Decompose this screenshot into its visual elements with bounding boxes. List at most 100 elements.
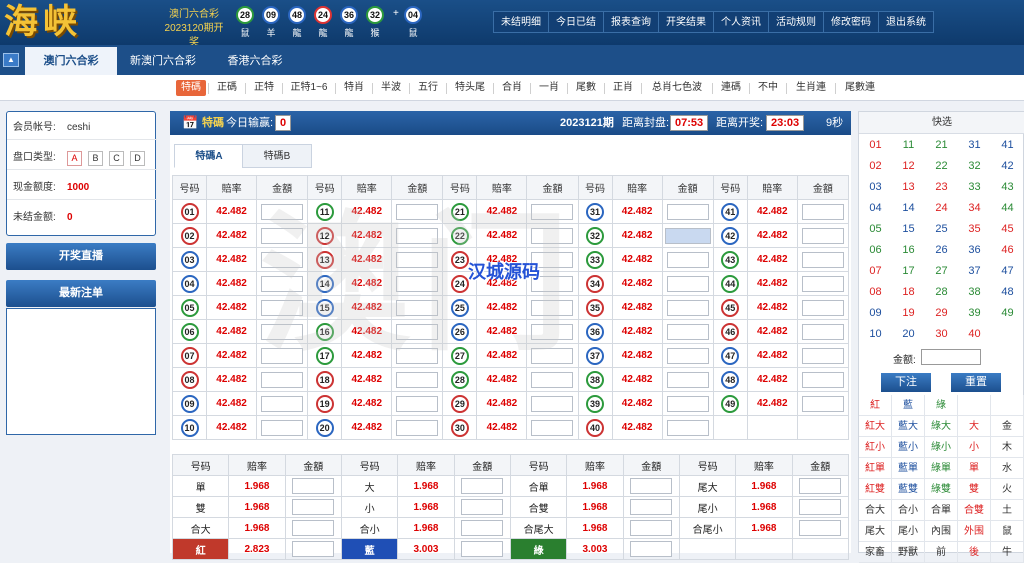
quick-group-option[interactable]: 紅大 [859,416,892,437]
quick-number[interactable]: 41 [991,135,1024,156]
quick-number[interactable]: 16 [892,240,925,261]
quick-number[interactable]: 18 [892,282,925,303]
bet-type-cell[interactable]: 合尾大 [509,517,568,539]
number-cell[interactable]: 08 [171,367,208,392]
game-tab[interactable]: 一肖 [533,80,565,96]
quick-group-option[interactable]: 外围 [958,521,991,542]
amount-input[interactable] [261,371,304,388]
top-nav-item[interactable]: 今日已结 [548,11,604,33]
quick-number[interactable]: 42 [991,156,1024,177]
number-cell[interactable]: 07 [171,343,208,368]
game-tab[interactable]: 半波 [375,80,407,96]
game-tab[interactable]: 合肖 [496,80,528,96]
amount-input[interactable] [396,371,439,388]
quick-number[interactable]: 24 [925,198,958,219]
quick-group-option[interactable]: 紅 [859,395,892,416]
quick-number[interactable]: 34 [958,198,991,219]
bet-type-cell[interactable]: 合雙 [509,496,568,518]
quick-group-option[interactable]: 合雙 [958,500,991,521]
quick-number[interactable]: 01 [859,135,892,156]
quick-number[interactable]: 43 [991,177,1024,198]
quick-number[interactable]: 09 [859,303,892,324]
reset-button[interactable]: 重置 [951,373,1001,392]
amount-input[interactable] [461,541,504,557]
number-cell[interactable]: 38 [577,367,613,392]
bet-type-cell[interactable]: 雙 [171,496,230,518]
quick-number[interactable]: 10 [859,324,892,345]
quick-group-option[interactable]: 合單 [925,500,958,521]
amount-input[interactable] [799,478,842,494]
quick-number[interactable]: 39 [958,303,991,324]
quick-number[interactable]: 12 [892,156,925,177]
number-cell[interactable]: 49 [712,391,748,416]
quick-number[interactable]: 03 [859,177,892,198]
quick-number[interactable]: 02 [859,156,892,177]
amount-input[interactable] [801,275,844,292]
bet-type-cell[interactable]: 尾大 [678,475,737,497]
amount-input[interactable] [630,520,673,536]
game-tab[interactable]: 正碼 [211,80,243,96]
quick-number[interactable]: 48 [991,282,1024,303]
bet-type-cell[interactable]: 藍 [340,538,399,560]
amount-input[interactable] [630,541,673,557]
bet-type-cell[interactable]: 綠 [509,538,568,560]
amount-input[interactable] [799,499,842,515]
quick-number[interactable]: 14 [892,198,925,219]
amount-input[interactable] [531,395,574,412]
amount-input[interactable] [801,323,844,340]
quick-group-option[interactable]: 藍單 [892,458,925,479]
amount-input[interactable] [261,419,304,436]
game-tab[interactable]: 特肖 [338,80,370,96]
number-cell[interactable]: 02 [171,223,208,248]
amount-input[interactable] [461,478,504,494]
quick-group-option[interactable]: 雙 [958,479,991,500]
amount-input[interactable] [630,499,673,515]
amount-input[interactable] [801,299,844,316]
amount-input[interactable] [461,520,504,536]
quick-group-option[interactable]: 合小 [892,500,925,521]
quick-group-option[interactable]: 小 [958,437,991,458]
number-cell[interactable]: 19 [307,391,343,416]
amount-input[interactable] [531,419,574,436]
number-cell[interactable]: 39 [577,391,613,416]
amount-input[interactable] [396,395,439,412]
quick-group-option[interactable]: 木 [991,437,1024,458]
quick-group-option[interactable]: 金 [991,416,1024,437]
game-tab[interactable]: 尾數 [570,80,602,96]
quick-number[interactable]: 35 [958,219,991,240]
quick-group-option[interactable]: 紅小 [859,437,892,458]
quick-number[interactable]: 46 [991,240,1024,261]
amount-input[interactable] [801,347,844,364]
quick-number[interactable]: 45 [991,219,1024,240]
top-nav-item[interactable]: 开奖结果 [658,11,714,33]
quick-group-option[interactable]: 單 [958,458,991,479]
amount-input[interactable] [801,371,844,388]
quick-group-option[interactable]: 藍小 [892,437,925,458]
game-tab[interactable]: 正肖 [607,80,639,96]
game-tab[interactable]: 尾數連 [838,80,882,96]
number-cell[interactable]: 04 [171,271,208,296]
amount-input[interactable] [801,203,844,220]
quick-group-option[interactable]: 鼠 [991,521,1024,542]
tab-tema-b[interactable]: 特碼B [242,144,312,168]
quick-number[interactable]: 32 [958,156,991,177]
amount-input[interactable] [292,520,335,536]
bet-type-cell[interactable]: 合尾小 [678,517,737,539]
quick-group-option[interactable]: 藍雙 [892,479,925,500]
number-cell[interactable]: 10 [171,415,208,440]
amount-input[interactable] [292,541,335,557]
game-tab[interactable]: 生肖連 [789,80,833,96]
quick-group-option[interactable]: 紅單 [859,458,892,479]
quick-group-option[interactable]: 尾大 [859,521,892,542]
quick-number[interactable]: 25 [925,219,958,240]
bet-type-cell[interactable]: 合小 [340,517,399,539]
quick-group-option[interactable]: 綠大 [925,416,958,437]
bet-type-cell[interactable]: 合大 [171,517,230,539]
top-nav-item[interactable]: 未结明细 [493,11,549,33]
amount-input[interactable] [801,251,844,268]
quick-number[interactable]: 49 [991,303,1024,324]
number-cell[interactable]: 06 [171,319,208,344]
tab-macau[interactable]: 澳门六合彩 [25,47,117,75]
amount-input[interactable] [292,499,335,515]
quick-number[interactable]: 44 [991,198,1024,219]
